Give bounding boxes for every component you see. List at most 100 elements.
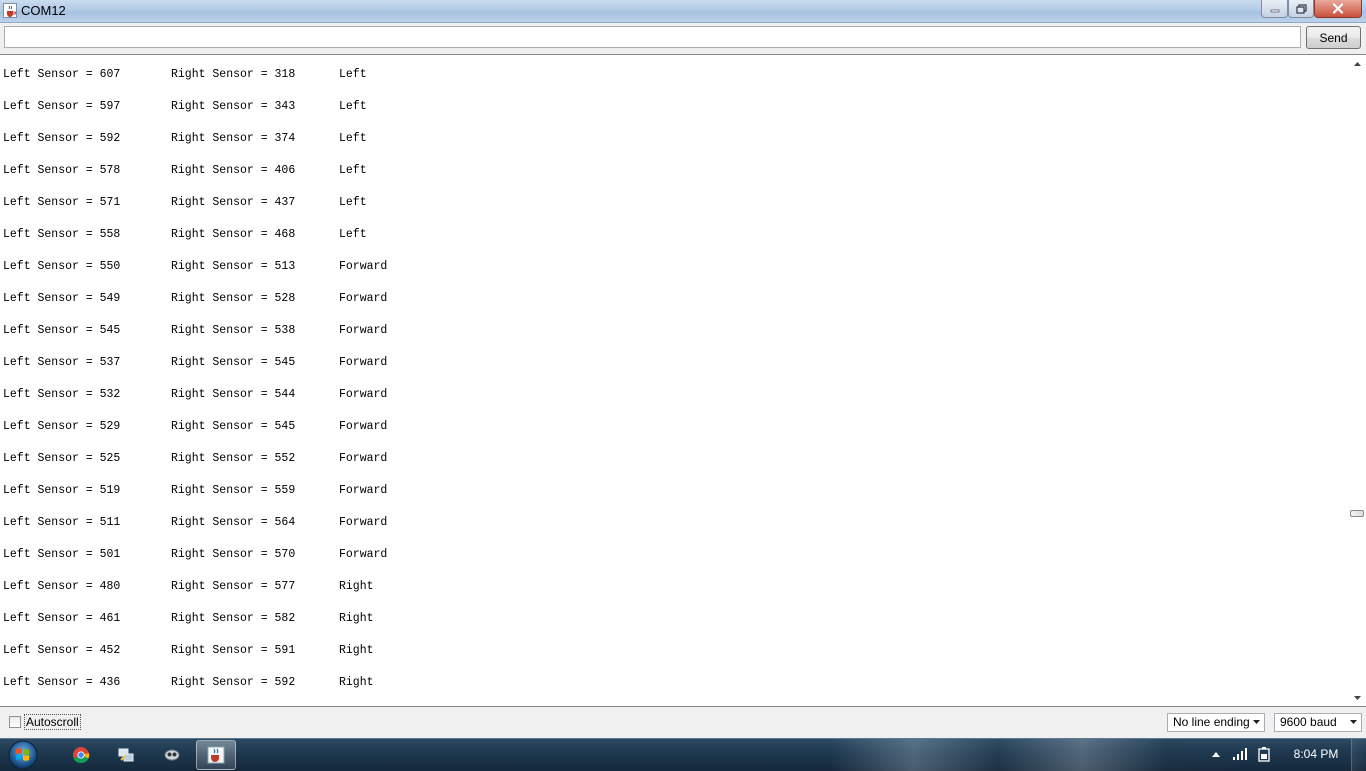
serial-line: Left Sensor = 532 Right Sensor = 544 Forwa… (3, 387, 1343, 419)
line-ending-value: No line ending (1173, 715, 1250, 729)
direction-reading: Forward (339, 388, 388, 401)
direction-reading: Left (339, 100, 367, 113)
left-sensor-reading: Left Sensor = 480 (3, 580, 121, 593)
vertical-scrollbar[interactable] (1349, 55, 1366, 706)
send-button[interactable]: Send (1306, 26, 1361, 49)
serial-line: Left Sensor = 578 Right Sensor = 406 Left (3, 163, 1343, 195)
taskbar-eye-app[interactable] (152, 740, 192, 770)
serial-line: Left Sensor = 607 Right Sensor = 318 Left (3, 67, 1343, 99)
left-sensor-reading: Left Sensor = 532 (3, 388, 121, 401)
right-sensor-reading: Right Sensor = 552 (171, 452, 296, 465)
minimize-button[interactable] (1261, 0, 1288, 18)
autoscroll-checkbox[interactable] (9, 716, 21, 728)
right-sensor-reading: Right Sensor = 577 (171, 580, 296, 593)
serial-output-lines: Left Sensor = 607 Right Sensor = 318 Left L… (3, 67, 1343, 706)
serial-line: Left Sensor = 511 Right Sensor = 564 Forwa… (3, 515, 1343, 547)
tray-expand-arrow-icon[interactable] (1212, 751, 1220, 757)
direction-reading: Forward (339, 516, 388, 529)
title-bar[interactable]: COM12 (0, 0, 1366, 23)
serial-output-pane[interactable]: Left Sensor = 607 Right Sensor = 318 Left L… (0, 54, 1366, 707)
left-sensor-reading: Left Sensor = 436 (3, 676, 121, 689)
scrollbar-thumb[interactable] (1350, 510, 1364, 517)
eye-app-icon (164, 749, 180, 761)
left-sensor-reading: Left Sensor = 549 (3, 292, 121, 305)
direction-reading: Forward (339, 548, 388, 561)
direction-reading: Left (339, 68, 367, 81)
direction-reading: Left (339, 228, 367, 241)
serial-line: Left Sensor = 525 Right Sensor = 552 Forwa… (3, 451, 1343, 483)
battery-icon[interactable] (1256, 747, 1272, 763)
direction-reading: Forward (339, 292, 388, 305)
show-desktop-button[interactable] (1351, 739, 1366, 771)
scroll-down-arrow-icon[interactable] (1352, 692, 1363, 703)
left-sensor-reading: Left Sensor = 461 (3, 612, 121, 625)
java-cup-icon (3, 3, 17, 18)
left-sensor-reading: Left Sensor = 525 (3, 452, 121, 465)
taskbar-arduino-java[interactable] (196, 740, 236, 770)
serial-line: Left Sensor = 571 Right Sensor = 437 Left (3, 195, 1343, 227)
right-sensor-reading: Right Sensor = 374 (171, 132, 296, 145)
serial-line: Left Sensor = 501 Right Sensor = 570 Forwa… (3, 547, 1343, 579)
right-sensor-reading: Right Sensor = 437 (171, 196, 296, 209)
direction-reading: Left (339, 132, 367, 145)
left-sensor-reading: Left Sensor = 537 (3, 356, 121, 369)
taskbar-network-tool[interactable] (106, 740, 146, 770)
close-button[interactable] (1314, 0, 1362, 18)
direction-reading: Right (339, 580, 374, 593)
windows-taskbar: 8:04 PM (0, 738, 1366, 771)
restore-icon (1295, 3, 1307, 14)
direction-reading: Forward (339, 260, 388, 273)
right-sensor-reading: Right Sensor = 559 (171, 484, 296, 497)
taskbar-clock[interactable]: 8:04 PM (1286, 747, 1346, 761)
right-sensor-reading: Right Sensor = 538 (171, 324, 296, 337)
chevron-down-icon (1253, 720, 1260, 724)
minimize-icon (1270, 9, 1279, 12)
network-signal-icon[interactable] (1232, 747, 1248, 761)
serial-monitor-window: COM12 Send Left Sensor = 607 Right Sensor… (0, 0, 1366, 738)
direction-reading: Left (339, 196, 367, 209)
left-sensor-reading: Left Sensor = 511 (3, 516, 121, 529)
right-sensor-reading: Right Sensor = 318 (171, 68, 296, 81)
direction-reading: Right (339, 676, 374, 689)
right-sensor-reading: Right Sensor = 513 (171, 260, 296, 273)
network-tool-icon (118, 748, 134, 762)
serial-line: Left Sensor = 550 Right Sensor = 513 Forwa… (3, 259, 1343, 291)
direction-reading: Forward (339, 324, 388, 337)
scroll-up-arrow-icon[interactable] (1352, 58, 1363, 69)
serial-line: Left Sensor = 436 Right Sensor = 592 Right (3, 675, 1343, 706)
baud-rate-select[interactable]: 9600 baud (1274, 713, 1362, 732)
serial-send-input[interactable] (4, 26, 1301, 48)
left-sensor-reading: Left Sensor = 545 (3, 324, 121, 337)
left-sensor-reading: Left Sensor = 529 (3, 420, 121, 433)
left-sensor-reading: Left Sensor = 558 (3, 228, 121, 241)
serial-line: Left Sensor = 597 Right Sensor = 343 Left (3, 99, 1343, 131)
direction-reading: Right (339, 644, 374, 657)
left-sensor-reading: Left Sensor = 501 (3, 548, 121, 561)
left-sensor-reading: Left Sensor = 571 (3, 196, 121, 209)
right-sensor-reading: Right Sensor = 406 (171, 164, 296, 177)
left-sensor-reading: Left Sensor = 607 (3, 68, 121, 81)
taskbar-wallpaper-glimpse (830, 739, 1250, 771)
windows-logo-icon (8, 740, 38, 770)
taskbar-chrome[interactable] (61, 740, 101, 770)
serial-line: Left Sensor = 592 Right Sensor = 374 Left (3, 131, 1343, 163)
serial-line: Left Sensor = 558 Right Sensor = 468 Left (3, 227, 1343, 259)
serial-line: Left Sensor = 549 Right Sensor = 528 Forwa… (3, 291, 1343, 323)
right-sensor-reading: Right Sensor = 343 (171, 100, 296, 113)
restore-button[interactable] (1288, 0, 1314, 18)
left-sensor-reading: Left Sensor = 519 (3, 484, 121, 497)
right-sensor-reading: Right Sensor = 544 (171, 388, 296, 401)
direction-reading: Forward (339, 484, 388, 497)
right-sensor-reading: Right Sensor = 592 (171, 676, 296, 689)
line-ending-select[interactable]: No line ending (1167, 713, 1265, 732)
left-sensor-reading: Left Sensor = 452 (3, 644, 121, 657)
close-icon (1332, 3, 1344, 14)
left-sensor-reading: Left Sensor = 592 (3, 132, 121, 145)
right-sensor-reading: Right Sensor = 582 (171, 612, 296, 625)
window-title: COM12 (21, 3, 66, 18)
serial-line: Left Sensor = 529 Right Sensor = 545 Forwa… (3, 419, 1343, 451)
serial-line: Left Sensor = 480 Right Sensor = 577 Right (3, 579, 1343, 611)
baud-rate-value: 9600 baud (1280, 715, 1337, 729)
autoscroll-label[interactable]: Autoscroll (24, 714, 81, 730)
start-button[interactable] (3, 739, 43, 771)
